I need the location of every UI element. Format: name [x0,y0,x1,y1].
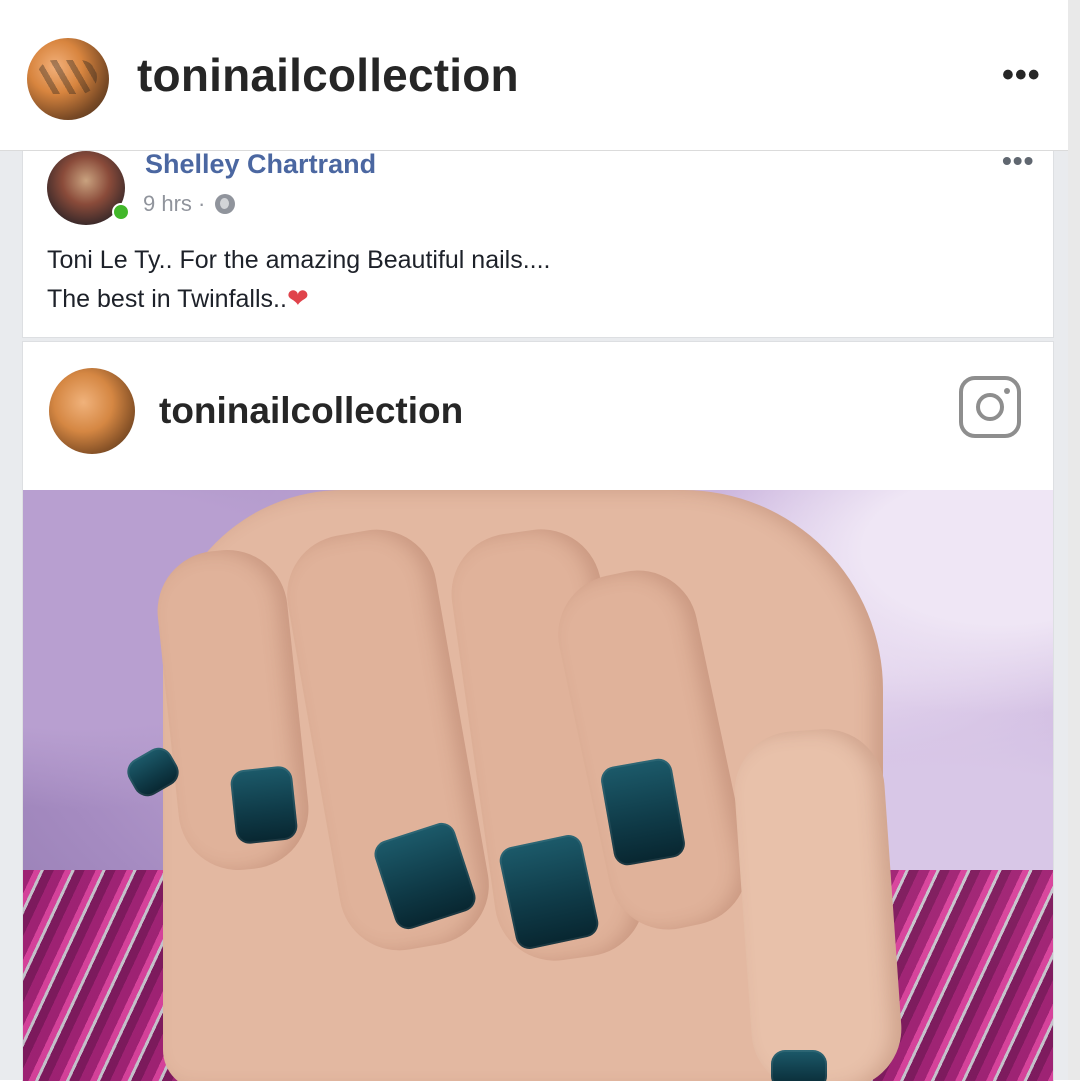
heart-icon: ❤ [286,283,309,313]
globe-icon [215,194,236,214]
painted-nail [771,1050,827,1081]
post-text-line-1: Toni Le Ty.. For the amazing Beautiful n… [47,246,551,274]
author-name: Shelley Chartrand [145,149,377,179]
post-more-icon: ••• [1002,145,1035,176]
painted-nail [229,764,299,846]
post-text: Toni Le Ty.. For the amazing Beautiful n… [47,241,551,318]
embed-avatar [49,368,135,454]
scrollbar[interactable] [1068,0,1080,1080]
nail-photo [23,490,1053,1081]
finger [730,725,906,1081]
reposted-screenshot: Shelley Chartrand 9 hrs · ••• Toni Le Ty… [0,145,1068,1081]
post-text-line-2-text: The best in Twinfalls.. [47,285,287,313]
facebook-post-card: Shelley Chartrand 9 hrs · ••• Toni Le Ty… [22,145,1054,338]
embed-username: toninailcollection [159,390,464,431]
post-timestamp: 9 hrs · [143,191,236,217]
profile-avatar[interactable] [27,38,109,120]
post-text-line-2: The best in Twinfalls..❤ [47,279,551,318]
more-options-icon[interactable]: ••• [1002,58,1041,92]
online-status-icon [112,203,130,221]
instagram-logo-icon [959,376,1021,438]
post-time: 9 hrs · [143,191,206,216]
instagram-post-header: toninailcollection ••• [0,0,1068,151]
profile-username[interactable]: toninailcollection [137,48,519,102]
instagram-embed: toninailcollection [22,341,1054,1081]
